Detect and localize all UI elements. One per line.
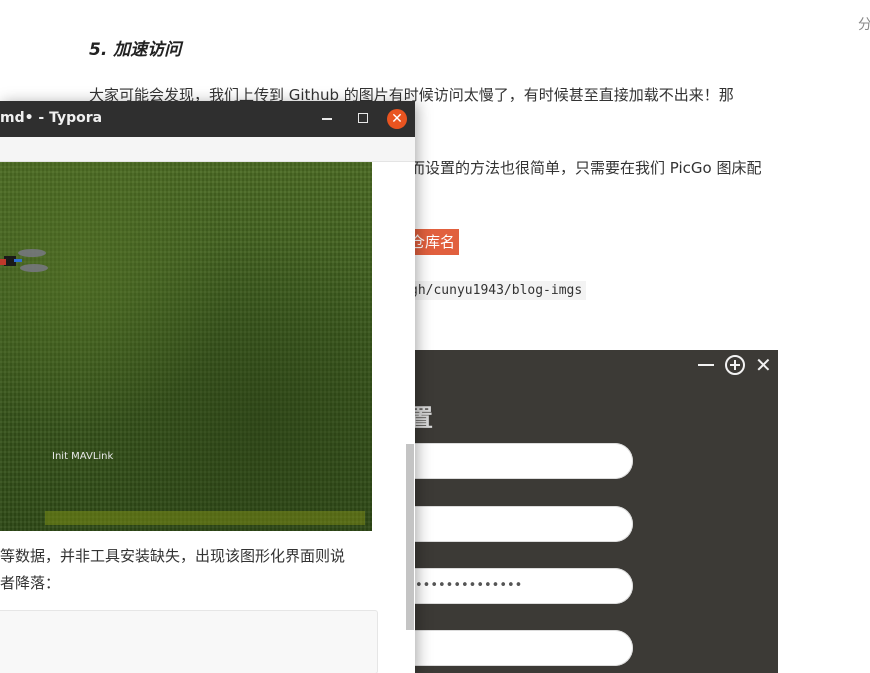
minimize-icon[interactable]: [322, 118, 332, 120]
picgo-settings-panel: ✕ 置 ••••••••••••••: [415, 350, 778, 673]
paragraph-text: 而设置的方法也很简单，只需要在我们 PicGo 图床配: [410, 159, 762, 177]
drone-rotor: [20, 264, 48, 272]
simulator-screenshot: [0, 162, 372, 531]
scrollbar-thumb[interactable]: [406, 444, 414, 630]
menu-bar: [0, 137, 415, 162]
token-input-field[interactable]: ••••••••••••••: [415, 568, 633, 604]
window-titlebar[interactable]: md• - Typora ✕: [0, 101, 415, 137]
close-icon[interactable]: ✕: [755, 354, 772, 376]
highlighted-text: 仓库名: [410, 229, 460, 255]
body-text: 者降落：: [0, 574, 61, 592]
maximize-icon[interactable]: [358, 113, 368, 123]
typora-window: md• - Typora ✕ Init MAVLink 等数据，并非工具安装缺失…: [0, 101, 415, 673]
status-strip: [45, 511, 365, 525]
sim-status-text: Init MAVLink: [52, 451, 114, 462]
close-icon[interactable]: ✕: [387, 109, 407, 129]
section-heading: 5. 加速访问: [89, 40, 182, 60]
share-link[interactable]: 分: [858, 14, 870, 34]
settings-input-field[interactable]: [415, 443, 633, 479]
minimize-icon[interactable]: [696, 354, 716, 374]
window-title: md• - Typora: [0, 110, 103, 126]
drone-marker: [14, 259, 22, 262]
settings-input-field[interactable]: [415, 506, 633, 542]
add-circle-icon[interactable]: [725, 355, 745, 375]
drone-rotor: [18, 249, 46, 257]
inline-code: gh/cunyu1943/blog-imgs: [410, 281, 587, 300]
body-text: 等数据，并非工具安装缺失，出现该图形化界面则说: [0, 547, 346, 565]
settings-input-field[interactable]: [415, 630, 633, 666]
panel-title: 置: [415, 404, 433, 432]
drone-marker: [0, 259, 6, 265]
drone-model: [0, 247, 50, 277]
code-block[interactable]: [0, 610, 378, 673]
